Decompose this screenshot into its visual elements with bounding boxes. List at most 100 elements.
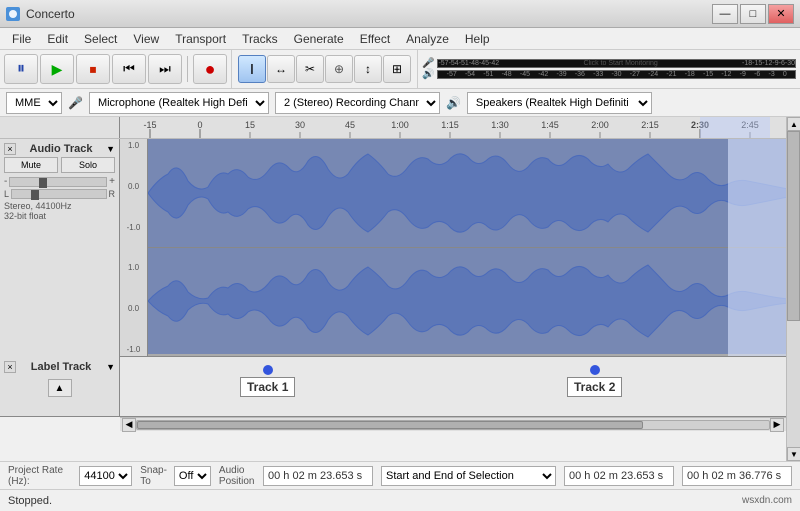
gain-slider[interactable] bbox=[9, 177, 107, 187]
label-track-area[interactable]: Track 1 Track 2 bbox=[120, 357, 786, 416]
menu-select[interactable]: Select bbox=[76, 30, 125, 48]
menu-edit[interactable]: Edit bbox=[39, 30, 76, 48]
vertical-scrollbar[interactable]: ▲ ▼ bbox=[786, 117, 800, 461]
time-shift-button[interactable]: ↕ bbox=[354, 55, 382, 83]
pause-button[interactable]: ⏸ bbox=[4, 54, 38, 84]
horizontal-scrollbar[interactable]: ◀ ▶ bbox=[120, 417, 786, 431]
mic-device-select[interactable]: Microphone (Realtek High Defini bbox=[89, 92, 269, 114]
audio-track: × Audio Track ▼ Mute Solo - + bbox=[0, 139, 786, 357]
snap-to-label: Snap-To bbox=[140, 465, 170, 487]
envelope-tool-button[interactable]: ↔ bbox=[267, 55, 295, 83]
v-scroll-thumb[interactable] bbox=[787, 131, 800, 321]
label-pin-2[interactable] bbox=[590, 365, 600, 375]
menu-generate[interactable]: Generate bbox=[286, 30, 352, 48]
label-track-up-button[interactable]: ▲ bbox=[48, 379, 72, 397]
ruler-area[interactable]: -15 0 15 30 45 1:00 1:15 bbox=[120, 117, 786, 138]
gain-minus-label: - bbox=[4, 176, 7, 187]
svg-text:30: 30 bbox=[295, 120, 305, 130]
audio-position-label: Audio Position bbox=[219, 465, 259, 487]
minimize-button[interactable]: — bbox=[712, 4, 738, 24]
gain-slider-row: - + bbox=[4, 176, 115, 187]
menu-effect[interactable]: Effect bbox=[352, 30, 398, 48]
selection-tool-button[interactable]: I bbox=[238, 55, 266, 83]
audio-track-close-button[interactable]: × bbox=[4, 143, 16, 155]
app-window: Concerto — □ ✕ File Edit Select View Tra… bbox=[0, 0, 800, 511]
scale-bot-2: -1.0 bbox=[127, 345, 141, 354]
menu-transport[interactable]: Transport bbox=[167, 30, 234, 48]
audio-track-info: Stereo, 44100Hz 32-bit float bbox=[4, 201, 115, 221]
skip-back-button[interactable]: ⏮ bbox=[112, 54, 146, 84]
maximize-button[interactable]: □ bbox=[740, 4, 766, 24]
scroll-right-button[interactable]: ▶ bbox=[770, 418, 784, 432]
audio-waveform-area[interactable]: 1.0 0.0 -1.0 1.0 0.0 -1.0 bbox=[120, 139, 786, 356]
project-rate-field: Project Rate (Hz): 44100 bbox=[8, 465, 132, 487]
input-level-meter[interactable]: -57 -54 -51 -48 -45 -42 Click to Start M… bbox=[437, 59, 796, 68]
audio-track-buttons: Mute Solo bbox=[4, 157, 115, 173]
pan-slider-row: L R bbox=[4, 189, 115, 199]
menu-tracks[interactable]: Tracks bbox=[234, 30, 286, 48]
svg-text:45: 45 bbox=[345, 120, 355, 130]
label-text-1[interactable]: Track 1 bbox=[240, 377, 295, 397]
selection-end-input[interactable] bbox=[682, 466, 792, 486]
label-track: × Label Track ▼ ▲ Track 1 bbox=[0, 357, 786, 417]
level-meters: 🎤 -57 -54 -51 -48 -45 -42 Click to Start… bbox=[417, 50, 800, 88]
selection-start-input[interactable] bbox=[564, 466, 674, 486]
audio-track-name: Audio Track bbox=[30, 143, 93, 155]
main-tracks-area: -15 0 15 30 45 1:00 1:15 bbox=[0, 117, 800, 461]
mic-meter-icon[interactable]: 🎤 bbox=[422, 58, 434, 69]
audio-position-field: Audio Position bbox=[219, 465, 373, 487]
label-text-2[interactable]: Track 2 bbox=[567, 377, 622, 397]
project-rate-select[interactable]: 44100 bbox=[79, 466, 132, 486]
waveform-display[interactable] bbox=[148, 139, 786, 356]
tools-toolbar: I ↔ ✂ ⊕ ↕ ⊞ bbox=[231, 50, 417, 88]
scroll-thumb[interactable] bbox=[137, 421, 643, 429]
label-track-close-button[interactable]: × bbox=[4, 361, 16, 373]
snap-to-select[interactable]: Off bbox=[174, 466, 211, 486]
title-bar: Concerto — □ ✕ bbox=[0, 0, 800, 28]
mute-button[interactable]: Mute bbox=[4, 157, 58, 173]
toolbar-separator-1 bbox=[187, 56, 188, 82]
label-track-dropdown-icon[interactable]: ▼ bbox=[106, 362, 115, 372]
svg-text:0: 0 bbox=[197, 120, 202, 130]
scroll-left-button[interactable]: ◀ bbox=[122, 418, 136, 432]
channel-2-waveform bbox=[148, 248, 786, 357]
audio-track-dropdown-icon[interactable]: ▼ bbox=[106, 144, 115, 154]
multi-tool-button[interactable]: ⊞ bbox=[383, 55, 411, 83]
status-bar: Stopped. wsxdn.com bbox=[0, 489, 800, 511]
menu-view[interactable]: View bbox=[125, 30, 167, 48]
audio-position-input[interactable] bbox=[263, 466, 373, 486]
record-button[interactable]: ● bbox=[193, 54, 227, 84]
app-title: Concerto bbox=[26, 7, 75, 21]
speaker-meter-icon[interactable]: 🔊 bbox=[422, 69, 434, 80]
svg-text:1:30: 1:30 bbox=[491, 120, 509, 130]
stop-button[interactable]: ⏹ bbox=[76, 54, 110, 84]
tracks-column: -15 0 15 30 45 1:00 1:15 bbox=[0, 117, 786, 461]
draw-tool-button[interactable]: ✂ bbox=[296, 55, 324, 83]
audio-track-controls: × Audio Track ▼ Mute Solo - + bbox=[0, 139, 120, 357]
v-scroll-track bbox=[787, 131, 800, 447]
label-track-header: × Label Track ▼ bbox=[4, 361, 115, 373]
skip-forward-button[interactable]: ⏭ bbox=[148, 54, 182, 84]
play-button[interactable]: ▶ bbox=[40, 54, 74, 84]
label-pin-1[interactable] bbox=[263, 365, 273, 375]
menu-bar: File Edit Select View Transport Tracks G… bbox=[0, 28, 800, 50]
svg-text:1:45: 1:45 bbox=[541, 120, 559, 130]
status-text: Stopped. bbox=[8, 495, 52, 507]
menu-file[interactable]: File bbox=[4, 30, 39, 48]
output-level-meter: -57 -54 -51 -48 -45 -42 -39 -36 -33 -30 … bbox=[437, 70, 796, 79]
scroll-track[interactable] bbox=[136, 420, 770, 430]
menu-analyze[interactable]: Analyze bbox=[398, 30, 457, 48]
pan-slider[interactable] bbox=[11, 189, 106, 199]
selection-mode-select[interactable]: Start and End of Selection bbox=[381, 466, 556, 486]
close-button[interactable]: ✕ bbox=[768, 4, 794, 24]
zoom-tool-button[interactable]: ⊕ bbox=[325, 55, 353, 83]
menu-help[interactable]: Help bbox=[457, 30, 498, 48]
svg-text:1:00: 1:00 bbox=[391, 120, 409, 130]
scroll-up-button[interactable]: ▲ bbox=[787, 117, 800, 131]
channels-select[interactable]: 2 (Stereo) Recording Channels bbox=[275, 92, 440, 114]
host-select[interactable]: MME bbox=[6, 92, 62, 114]
speaker-device-icon: 🔊 bbox=[446, 96, 461, 110]
solo-button[interactable]: Solo bbox=[61, 157, 115, 173]
scroll-down-button[interactable]: ▼ bbox=[787, 447, 800, 461]
speaker-device-select[interactable]: Speakers (Realtek High Definiti bbox=[467, 92, 652, 114]
